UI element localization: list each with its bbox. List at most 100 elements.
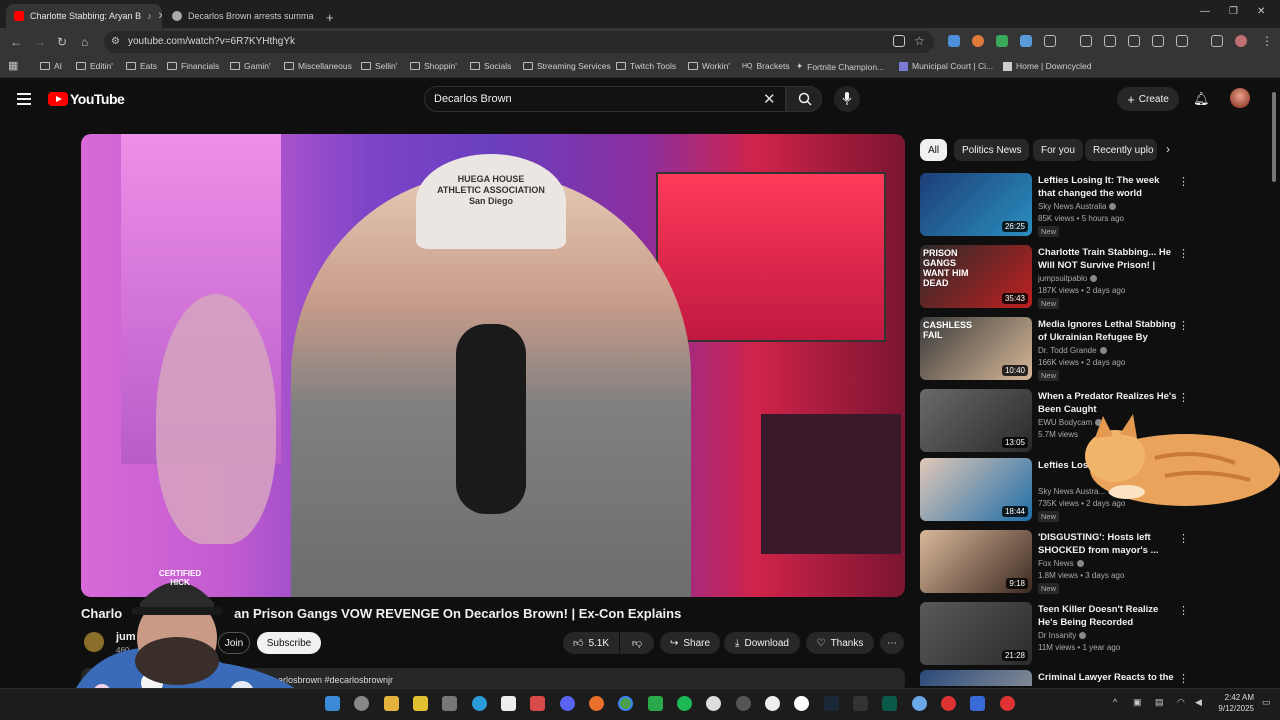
- volume-icon[interactable]: ◀: [1195, 697, 1202, 708]
- notifications-bell-icon[interactable]: 🔔︎: [1193, 91, 1210, 107]
- apps-grid-icon[interactable]: ▦: [8, 59, 18, 72]
- video-thumbnail[interactable]: CASHLESS FAIL 10:40: [920, 317, 1032, 380]
- app-icon[interactable]: [912, 696, 927, 711]
- chip-all[interactable]: All: [920, 139, 948, 161]
- profile-avatar-icon[interactable]: [1235, 35, 1247, 47]
- app-icon[interactable]: [736, 696, 751, 711]
- scrollbar-thumb[interactable]: [1272, 92, 1276, 182]
- sticky-notes-icon[interactable]: [413, 696, 428, 711]
- bookmark-link[interactable]: Home | Downcycled: [1003, 61, 1091, 71]
- app-icon[interactable]: [941, 696, 956, 711]
- site-info-icon[interactable]: ⚙: [111, 36, 120, 47]
- bookmark-folder[interactable]: Gamin': [230, 61, 271, 71]
- tab-search-icon[interactable]: [1211, 35, 1223, 47]
- video-thumbnail[interactable]: 21:28: [920, 602, 1032, 665]
- firefox-icon[interactable]: [589, 696, 604, 711]
- bookmark-link[interactable]: HQ Brackets: [742, 61, 790, 71]
- terminal-icon[interactable]: [882, 696, 897, 711]
- sidepanel-icon[interactable]: [1176, 35, 1188, 47]
- video-player[interactable]: HUEGA HOUSE ATHLETIC ASSOCIATION San Die…: [81, 134, 905, 597]
- video-options-icon[interactable]: ⋮: [1178, 672, 1189, 685]
- discord-icon[interactable]: [560, 696, 575, 711]
- chip-for-you[interactable]: For you: [1033, 139, 1083, 161]
- app-icon[interactable]: [648, 696, 663, 711]
- recommended-channel[interactable]: Fox News: [1038, 559, 1084, 568]
- dislike-button[interactable]: 👎︎: [620, 632, 654, 654]
- epic-games-icon[interactable]: [853, 696, 868, 711]
- bookmark-star-icon[interactable]: ☆: [914, 34, 925, 48]
- clear-search-icon[interactable]: ✕: [763, 90, 776, 108]
- video-thumbnail[interactable]: PRISON GANGS WANT HIM DEAD 35:43: [920, 245, 1032, 308]
- extension-icon[interactable]: [972, 35, 984, 47]
- more-actions-icon[interactable]: ⋯: [880, 632, 904, 654]
- app-icon[interactable]: [794, 696, 809, 711]
- bookmark-folder[interactable]: AI: [40, 61, 62, 71]
- recommended-channel[interactable]: Dr. Todd Grande: [1038, 346, 1107, 355]
- wifi-icon[interactable]: ◠: [1177, 697, 1185, 708]
- recommended-video-title[interactable]: Teen Killer Doesn't Realize He's Being R…: [1038, 603, 1178, 629]
- recommended-channel[interactable]: jumpsuitpablo: [1038, 274, 1098, 283]
- tray-chevron-icon[interactable]: ^: [1113, 697, 1117, 707]
- video-thumbnail[interactable]: [920, 670, 1032, 686]
- voice-search-button[interactable]: [834, 86, 860, 112]
- steam-icon[interactable]: [824, 696, 839, 711]
- app-icon[interactable]: [706, 696, 721, 711]
- settings-gear-icon[interactable]: [354, 696, 369, 711]
- back-icon[interactable]: ←: [10, 35, 22, 49]
- window-close-icon[interactable]: ✕: [1257, 6, 1265, 17]
- recommended-video-title[interactable]: Media Ignores Lethal Stabbing of Ukraini…: [1038, 318, 1178, 344]
- browser-tab-active[interactable]: Charlotte Stabbing: Aryan B ♪ ✕: [6, 4, 162, 28]
- extension-icon[interactable]: [1080, 35, 1092, 47]
- chip-recently-uploaded[interactable]: Recently uplo: [1085, 139, 1157, 161]
- close-tab-icon[interactable]: ✕: [158, 11, 162, 22]
- thanks-button[interactable]: ♡ Thanks: [806, 632, 874, 654]
- chrome-icon[interactable]: [618, 696, 633, 711]
- recommended-video[interactable]: Criminal Lawyer Reacts to the ⋮: [920, 670, 1200, 686]
- browser-tab-2[interactable]: Decarlos Brown arrests summa ✕: [164, 4, 320, 28]
- bookmark-folder[interactable]: Socials: [470, 61, 511, 71]
- bookmark-link[interactable]: Municipal Court | Ci...: [899, 61, 993, 71]
- windows-start-icon[interactable]: [970, 696, 985, 711]
- bookmark-link[interactable]: ✦ Fortnite Champion...: [796, 61, 884, 72]
- video-thumbnail[interactable]: 9:18: [920, 530, 1032, 593]
- video-options-icon[interactable]: ⋮: [1178, 532, 1189, 545]
- translate-icon[interactable]: [1128, 35, 1140, 47]
- taskbar-app-icon[interactable]: [325, 696, 340, 711]
- bookmark-folder[interactable]: Financials: [167, 61, 219, 71]
- recommended-video-title[interactable]: Criminal Lawyer Reacts to the: [1038, 671, 1178, 684]
- recommended-video[interactable]: 26:25 Lefties Losing It: The week that ch…: [920, 173, 1200, 241]
- spotify-icon[interactable]: [677, 696, 692, 711]
- video-options-icon[interactable]: ⋮: [1178, 319, 1189, 332]
- recommended-video-title[interactable]: Lefties Losing It: The week that changed…: [1038, 174, 1178, 200]
- menu-icon[interactable]: [17, 93, 31, 105]
- video-thumbnail[interactable]: 18:44: [920, 458, 1032, 521]
- extensions-puzzle-icon[interactable]: [1044, 35, 1056, 47]
- tray-icon[interactable]: ▤: [1155, 697, 1164, 708]
- cast-icon[interactable]: [893, 35, 905, 47]
- extension-icon[interactable]: [948, 35, 960, 47]
- extension-icon[interactable]: [996, 35, 1008, 47]
- video-thumbnail[interactable]: 13:05: [920, 389, 1032, 452]
- chip-politics-news[interactable]: Politics News: [954, 139, 1030, 161]
- home-icon[interactable]: ⌂: [81, 35, 88, 49]
- app-icon[interactable]: [1000, 696, 1015, 711]
- audio-icon[interactable]: ♪: [147, 11, 152, 21]
- recommended-video-title[interactable]: Charlotte Train Stabbing... He Will NOT …: [1038, 246, 1178, 272]
- reload-icon[interactable]: ↻: [57, 35, 67, 49]
- browser-menu-icon[interactable]: ⋮: [1261, 34, 1273, 48]
- edge-icon[interactable]: [472, 696, 487, 711]
- obs-icon[interactable]: [765, 696, 780, 711]
- bookmark-folder[interactable]: Editin': [76, 61, 113, 71]
- video-options-icon[interactable]: ⋮: [1178, 604, 1189, 617]
- restore-icon[interactable]: ❐: [1229, 6, 1238, 17]
- bookmark-folder[interactable]: Twitch Tools: [616, 61, 676, 71]
- taskbar-clock[interactable]: 2:42 AM 9/12/2025: [1210, 692, 1254, 714]
- recommended-video-title[interactable]: 'DISGUSTING': Hosts left SHOCKED from ma…: [1038, 531, 1178, 557]
- forward-icon[interactable]: →: [34, 35, 46, 49]
- share-button[interactable]: ↪ Share: [660, 632, 720, 654]
- recommended-video[interactable]: 9:18 'DISGUSTING': Hosts left SHOCKED fro…: [920, 530, 1200, 598]
- youtube-logo-icon[interactable]: [48, 92, 68, 106]
- new-tab-button[interactable]: +: [326, 5, 346, 29]
- search-button[interactable]: [786, 86, 822, 112]
- minimize-icon[interactable]: —: [1200, 6, 1210, 17]
